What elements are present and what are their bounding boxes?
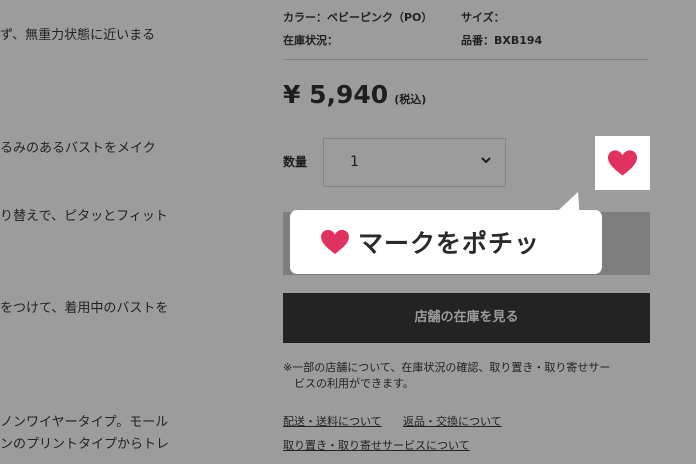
description-line: り替えで、ピタッとフィット [0, 209, 168, 224]
product-description: ず、無重力状態に近いまる るみのあるバストをメイク り替えで、ピタッとフィット … [0, 0, 260, 464]
price: ¥ 5,940 (税込) [283, 80, 426, 109]
description-line: ンのプリントタイプからトレ [0, 437, 170, 452]
returns-link[interactable]: 返品・交換について [403, 413, 502, 429]
description-line: ノンワイヤータイプ。モール [0, 415, 169, 430]
store-note: ※一部の店舗について、在庫状況の確認、取り置き・取り寄せサー ビスの利用ができま… [283, 360, 653, 392]
description-line: ず、無重力状態に近いまる [0, 28, 156, 43]
chevron-down-icon [481, 157, 491, 164]
shipping-link[interactable]: 配送・送料について [283, 413, 382, 429]
reserve-link[interactable]: 取り置き・取り寄せサービスについて [283, 437, 470, 453]
note-line: ※一部の店舗について、在庫状況の確認、取り置き・取り寄せサー [283, 361, 611, 374]
description-line: をつけて、着用中のバストを [0, 301, 169, 316]
stock-spec: 在庫状況： [283, 32, 338, 48]
quantity-select[interactable]: 1 [323, 138, 506, 187]
divider [283, 59, 649, 60]
color-value: カラー：ベビーピンク（PO） [283, 11, 433, 24]
price-amount: ¥ 5,940 [283, 80, 389, 109]
color-spec: カラー：ベビーピンク（PO） [283, 9, 432, 25]
heart-icon [607, 150, 638, 176]
quantity-label: 数量 [283, 155, 308, 169]
callout-text: マークをポチッ [358, 229, 541, 258]
stock-value: 在庫状況： [283, 34, 338, 47]
heart-icon [321, 229, 349, 255]
size-spec: サイズ： [461, 9, 505, 25]
favorite-button[interactable] [595, 136, 650, 190]
product-number-value: 品番：BXB194 [461, 34, 543, 47]
product-number: 品番：BXB194 [461, 32, 542, 48]
quantity-value: 1 [350, 154, 359, 170]
description-line: るみのあるバストをメイク [0, 141, 156, 156]
price-tax-label: (税込) [394, 93, 427, 106]
size-value: サイズ： [461, 11, 505, 24]
note-line: ビスの利用ができます。 [294, 377, 414, 390]
store-stock-button[interactable]: 店舗の在庫を見る [283, 293, 650, 343]
favorite-callout: マークをポチッ [290, 210, 602, 274]
